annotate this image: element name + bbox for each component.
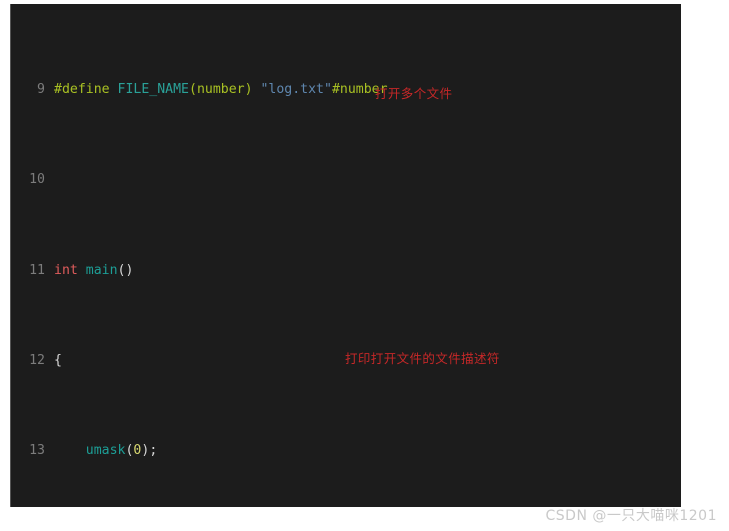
line-content: #define FILE_NAME(number) "log.txt"#numb…: [54, 81, 388, 99]
token-macro-name: FILE_NAME: [117, 82, 189, 98]
token-brace-open: {: [54, 352, 62, 368]
token-macro-stringize: #number: [331, 82, 388, 98]
token-parens: (): [117, 262, 134, 278]
line-number: 10: [29, 172, 45, 188]
line-number: 9: [37, 82, 45, 98]
token-macro-string: "log.txt": [260, 82, 332, 98]
code-line[interactable]: 13 umask(0);: [11, 442, 681, 460]
line-content: int main(): [54, 262, 133, 280]
token-define-keyword: #define: [54, 82, 110, 98]
code-area[interactable]: 9 #define FILE_NAME(number) "log.txt"#num…: [11, 4, 681, 507]
token-fn-main: main: [85, 262, 118, 278]
screenshot-root: 9 #define FILE_NAME(number) "log.txt"#num…: [0, 0, 729, 531]
line-number: 11: [29, 262, 45, 278]
token-fn-umask: umask: [85, 443, 126, 459]
code-line[interactable]: 9 #define FILE_NAME(number) "log.txt"#num…: [11, 81, 681, 99]
line-content: umask(0);: [54, 442, 158, 460]
line-number: 12: [29, 352, 45, 368]
line-number: 13: [29, 443, 45, 459]
line-content: {: [54, 352, 62, 370]
token-macro-params: (number): [189, 82, 253, 98]
code-editor[interactable]: 9 #define FILE_NAME(number) "log.txt"#num…: [10, 4, 681, 507]
code-line[interactable]: 11 int main(): [11, 262, 681, 280]
code-line[interactable]: 12 {: [11, 352, 681, 370]
token-type-int: int: [54, 262, 78, 278]
csdn-watermark: CSDN @一只大喵咪1201: [545, 508, 717, 524]
code-line[interactable]: 10: [11, 171, 681, 189]
token-paren-semi: );: [141, 443, 158, 459]
